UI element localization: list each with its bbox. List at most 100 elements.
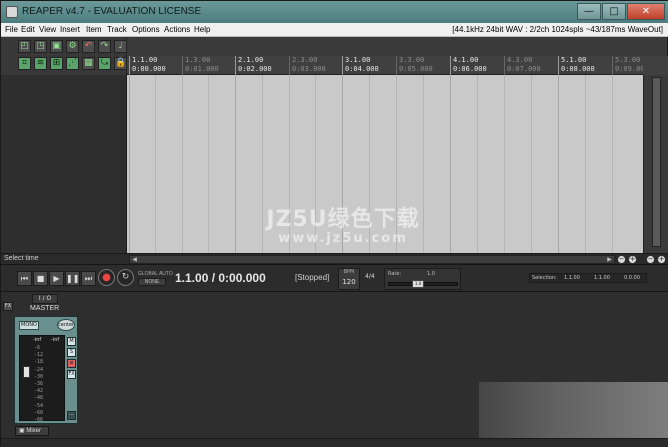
mono-button[interactable]: MONO [19, 321, 39, 330]
title-bar: REAPER v4.7 - EVALUATION LICENSE — □ ✕ [1, 1, 668, 23]
repeat-icon[interactable]: ↻ [117, 269, 134, 286]
time-signature[interactable]: 4/4 [365, 273, 375, 280]
global-auto-button[interactable]: NONE [138, 278, 166, 286]
window-title: REAPER v4.7 - EVALUATION LICENSE [22, 6, 202, 17]
menu-track[interactable]: Track [107, 25, 127, 34]
grid-line [235, 75, 236, 253]
watermark-line2: www.jz5u.com [278, 231, 408, 246]
scroll-left-icon[interactable]: ◀ [130, 256, 139, 263]
project-settings-icon[interactable]: ⚙ [66, 40, 79, 53]
item-grouping-icon[interactable]: ⊞ [50, 57, 63, 70]
minimize-button[interactable]: — [577, 3, 601, 20]
grid-line [558, 75, 559, 253]
selection-label: Selection: [532, 275, 557, 281]
zoom-out-icon[interactable]: − [617, 255, 626, 264]
master-strip: FX I / O MASTER MONO center -inf -inf -6… [3, 294, 78, 424]
watermark-line1: JZ5U绿色下载 [266, 207, 420, 232]
watermark: JZ5U绿色下载 www.jz5u.com [253, 201, 433, 246]
menu-file[interactable]: File [5, 25, 18, 34]
status-text: Select time [4, 255, 39, 262]
vzoom-in-icon[interactable]: + [657, 255, 666, 264]
reaper-window: REAPER v4.7 - EVALUATION LICENSE — □ ✕ F… [0, 0, 668, 447]
ruler-mark: 4.1.00 0:06.000 [450, 56, 487, 75]
ruler-mark: 1.1.00 0:00.000 [129, 56, 166, 75]
grid-line [450, 75, 451, 253]
metronome-icon[interactable]: ♩ [114, 40, 127, 53]
selection-start[interactable]: 1.1.00 [564, 275, 580, 281]
new-project-icon[interactable]: ◰ [18, 40, 31, 53]
volume-fader-knob[interactable] [23, 366, 30, 378]
screenshot-corner-blur [479, 382, 668, 438]
selection-display: Selection: 1.1.00 1.1.00 0.0.00 [529, 273, 647, 283]
ruler-mark: 2.3.00 0:03.000 [289, 56, 326, 75]
ruler-mark: 3.1.00 0:04.000 [342, 56, 379, 75]
grid-lines-icon[interactable]: ▦ [82, 57, 95, 70]
bpm-value: 120 [342, 278, 356, 286]
master-name: MASTER [30, 305, 60, 312]
scroll-right-icon[interactable]: ▶ [605, 256, 614, 263]
master-fx-side-button[interactable]: FX [67, 370, 76, 379]
audio-status: [44.1kHz 24bit WAV : 2/2ch 1024spls ~43/… [452, 25, 663, 34]
grid-line [585, 75, 586, 253]
go-to-start-icon[interactable]: ⏮ [17, 271, 32, 286]
grid-line [129, 75, 130, 253]
stop-icon[interactable]: ■ [33, 271, 48, 286]
record-icon[interactable]: ● [98, 269, 115, 286]
grid-line [155, 75, 156, 253]
undo-icon[interactable]: ↶ [82, 40, 95, 53]
save-project-icon[interactable]: ▣ [50, 40, 63, 53]
menu-actions[interactable]: Actions [164, 25, 190, 34]
close-button[interactable]: ✕ [627, 3, 665, 20]
maximize-button[interactable]: □ [602, 3, 626, 20]
grid-line [182, 75, 183, 253]
vertical-scrollbar[interactable] [643, 75, 668, 253]
mute-button[interactable]: M [67, 337, 76, 346]
position-display[interactable]: 1.1.00 / 0:00.000 [175, 271, 266, 285]
menu-help[interactable]: Help [194, 25, 210, 34]
ruler-mark: 5.1.00 0:08.000 [558, 56, 595, 75]
menu-options[interactable]: Options [132, 25, 160, 34]
app-icon [6, 6, 18, 18]
pause-icon[interactable]: ❚❚ [65, 271, 80, 286]
vzoom-out-icon[interactable]: − [646, 255, 655, 264]
ruler-mark: 3.3.00 0:05.000 [396, 56, 433, 75]
envelope-icon[interactable]: ⋯ [67, 411, 76, 420]
rate-slider[interactable]: 1.0 [388, 280, 458, 288]
selection-length[interactable]: 0.0.00 [624, 275, 640, 281]
master-fx-button[interactable]: FX [3, 302, 13, 311]
envelope-points-icon[interactable]: ⋰ [66, 57, 79, 70]
menu-edit[interactable]: Edit [21, 25, 35, 34]
grid-snap-icon[interactable]: ⌗ [18, 57, 31, 70]
play-icon[interactable]: ▶ [49, 271, 64, 286]
transport-bar: ⏮ ■ ▶ ❚❚ ⏭ ● ↻ GLOBAL AUTO NONE 1.1.00 /… [1, 264, 668, 292]
grid-line [477, 75, 478, 253]
master-meter: -inf -inf -6 -12 -18 -24 -30 -36 -42 -48 -54 -… [19, 335, 65, 423]
mixer-tab[interactable]: ▣ Mixer [15, 426, 49, 436]
solo-button[interactable]: S [67, 348, 76, 357]
menu-view[interactable]: View [39, 25, 56, 34]
menu-bar: File Edit View Insert Item Track Options… [1, 23, 668, 37]
master-io-button[interactable]: I / O [32, 294, 58, 304]
vertical-scroll-thumb[interactable] [652, 77, 661, 247]
selection-end[interactable]: 1.1.00 [594, 275, 610, 281]
grid-line [504, 75, 505, 253]
main-toolbar: ◰ ◳ ▣ ⚙ ↶ ↷ ♩ ⌗ ≋ ⊞ ⋰ ▦ ⤿ 🔒 [1, 37, 127, 75]
ruler-mark: 4.3.00 0:07.000 [504, 56, 541, 75]
crossfade-icon[interactable]: ⤿ [98, 57, 111, 70]
go-to-end-icon[interactable]: ⏭ [81, 271, 96, 286]
pan-knob[interactable]: center [57, 319, 75, 331]
ruler-mark: 5.3.00 0:09.000 [612, 56, 649, 75]
horizontal-scrollbar[interactable]: ◀ ▶ [129, 255, 615, 264]
zoom-in-icon[interactable]: + [628, 255, 637, 264]
bpm-box[interactable]: BPM 120 [338, 268, 360, 290]
redo-icon[interactable]: ↷ [98, 40, 111, 53]
phase-icon[interactable]: ø [67, 359, 76, 368]
open-project-icon[interactable]: ◳ [34, 40, 47, 53]
lock-icon[interactable]: 🔒 [114, 57, 127, 70]
menu-item[interactable]: Item [86, 25, 102, 34]
ripple-edit-icon[interactable]: ≋ [34, 57, 47, 70]
timeline-ruler[interactable]: 1.1.00 0:00.000 1.3.00 0:01.000 2.1.00 0:02… [127, 56, 649, 75]
menu-insert[interactable]: Insert [60, 25, 80, 34]
track-control-panel[interactable] [1, 75, 127, 253]
rate-slider-knob[interactable]: 1.0 [412, 280, 424, 288]
